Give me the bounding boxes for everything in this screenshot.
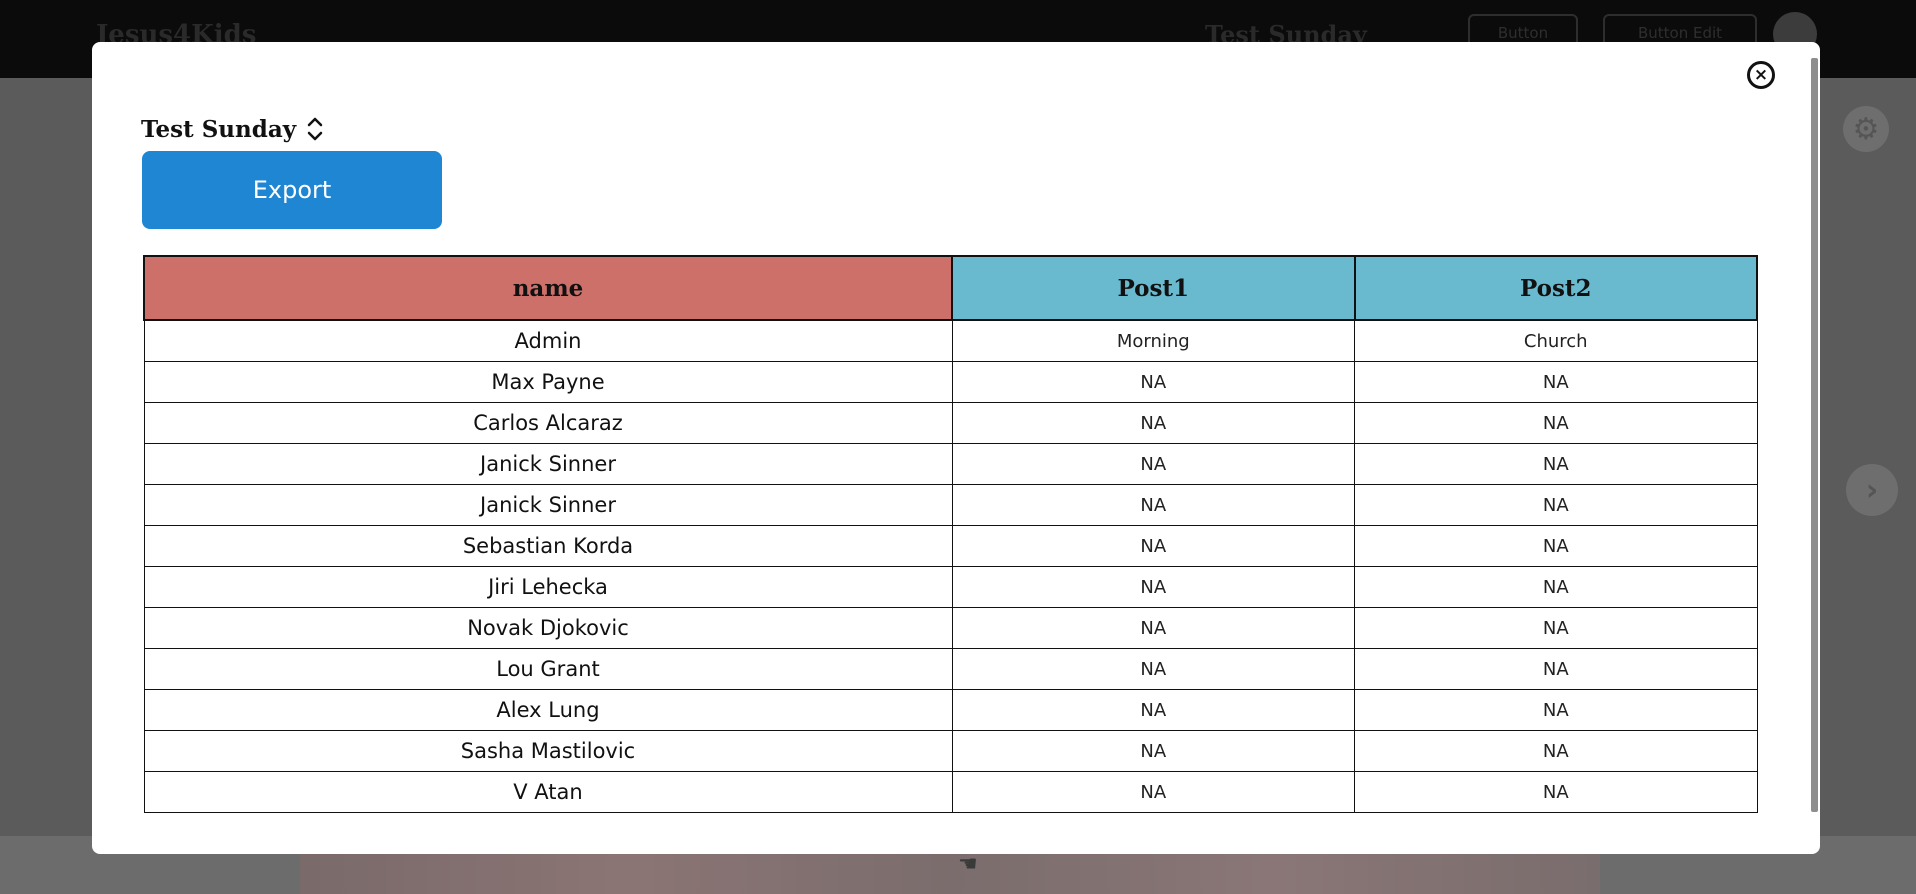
row-name: Lou Grant <box>143 648 953 690</box>
row-post1: NA <box>951 689 1355 731</box>
row-post1: NA <box>951 607 1355 649</box>
table-row: Jiri Lehecka NA NA <box>143 566 1758 608</box>
column-header-post2[interactable]: Post2 <box>1353 255 1758 321</box>
chevron-up-down-icon <box>306 114 324 144</box>
table-row: Alex Lung NA NA <box>143 689 1758 731</box>
table-row: Carlos Alcaraz NA NA <box>143 402 1758 444</box>
row-post2: NA <box>1354 730 1758 772</box>
row-post1: NA <box>951 361 1355 403</box>
row-post2: NA <box>1354 443 1758 485</box>
row-post1: Morning <box>951 319 1355 362</box>
column-header-post1[interactable]: Post1 <box>951 255 1356 321</box>
table-row: Novak Djokovic NA NA <box>143 607 1758 649</box>
row-post2: NA <box>1354 525 1758 567</box>
table-row: Max Payne NA NA <box>143 361 1758 403</box>
row-post1: NA <box>951 730 1355 772</box>
pointer-icon: ☚ <box>958 852 978 877</box>
close-icon[interactable]: × <box>1747 61 1775 89</box>
row-name: Max Payne <box>143 361 953 403</box>
modal-scrollbar[interactable] <box>1811 58 1818 812</box>
settings-icon: ⚙ <box>1843 106 1889 152</box>
table-row: Lou Grant NA NA <box>143 648 1758 690</box>
row-name: Janick Sinner <box>143 443 953 485</box>
table-row: Sasha Mastilovic NA NA <box>143 730 1758 772</box>
event-select-value: Test Sunday <box>141 115 297 143</box>
table-row: Admin Morning Church <box>143 319 1758 362</box>
row-post2: NA <box>1354 771 1758 813</box>
table-row: Janick Sinner NA NA <box>143 484 1758 526</box>
row-name: Jiri Lehecka <box>143 566 953 608</box>
event-select[interactable]: Test Sunday <box>141 112 324 146</box>
row-post2: NA <box>1354 484 1758 526</box>
export-button[interactable]: Export <box>142 151 442 229</box>
assignments-table: name Post1 Post2 Admin Morning Church Ma… <box>143 255 1758 813</box>
row-post1: NA <box>951 771 1355 813</box>
row-name: Janick Sinner <box>143 484 953 526</box>
row-post1: NA <box>951 484 1355 526</box>
row-post1: NA <box>951 566 1355 608</box>
row-post1: NA <box>951 648 1355 690</box>
row-name: Admin <box>143 319 953 362</box>
row-post1: NA <box>951 443 1355 485</box>
row-name: V Atan <box>143 771 953 813</box>
row-post1: NA <box>951 525 1355 567</box>
row-name: Novak Djokovic <box>143 607 953 649</box>
row-post2: NA <box>1354 566 1758 608</box>
row-name: Sasha Mastilovic <box>143 730 953 772</box>
table-row: V Atan NA NA <box>143 771 1758 813</box>
table-row: Janick Sinner NA NA <box>143 443 1758 485</box>
row-post2: NA <box>1354 361 1758 403</box>
row-post2: Church <box>1354 319 1758 362</box>
chevron-right-icon: › <box>1846 464 1898 516</box>
row-post2: NA <box>1354 689 1758 731</box>
row-post2: NA <box>1354 607 1758 649</box>
row-name: Carlos Alcaraz <box>143 402 953 444</box>
row-post2: NA <box>1354 402 1758 444</box>
table-header-row: name Post1 Post2 <box>143 255 1758 321</box>
row-post1: NA <box>951 402 1355 444</box>
table-row: Sebastian Korda NA NA <box>143 525 1758 567</box>
row-post2: NA <box>1354 648 1758 690</box>
row-name: Sebastian Korda <box>143 525 953 567</box>
row-name: Alex Lung <box>143 689 953 731</box>
column-header-name[interactable]: name <box>143 255 953 321</box>
